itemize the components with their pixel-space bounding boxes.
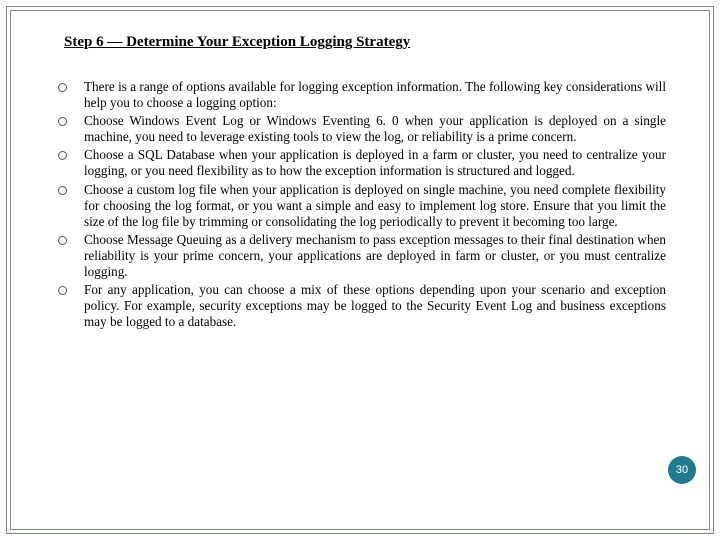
list-item: Choose a custom log file when your appli…: [54, 182, 666, 230]
list-item: For any application, you can choose a mi…: [54, 282, 666, 330]
slide-heading: Step 6 — Determine Your Exception Loggin…: [64, 34, 666, 51]
list-item: There is a range of options available fo…: [54, 79, 666, 111]
list-item: Choose a SQL Database when your applicat…: [54, 147, 666, 179]
page-number: 30: [676, 464, 688, 476]
page-number-badge: 30: [668, 456, 696, 484]
list-item: Choose Windows Event Log or Windows Even…: [54, 113, 666, 145]
list-item: Choose Message Queuing as a delivery mec…: [54, 232, 666, 280]
bullet-list: There is a range of options available fo…: [54, 79, 666, 330]
